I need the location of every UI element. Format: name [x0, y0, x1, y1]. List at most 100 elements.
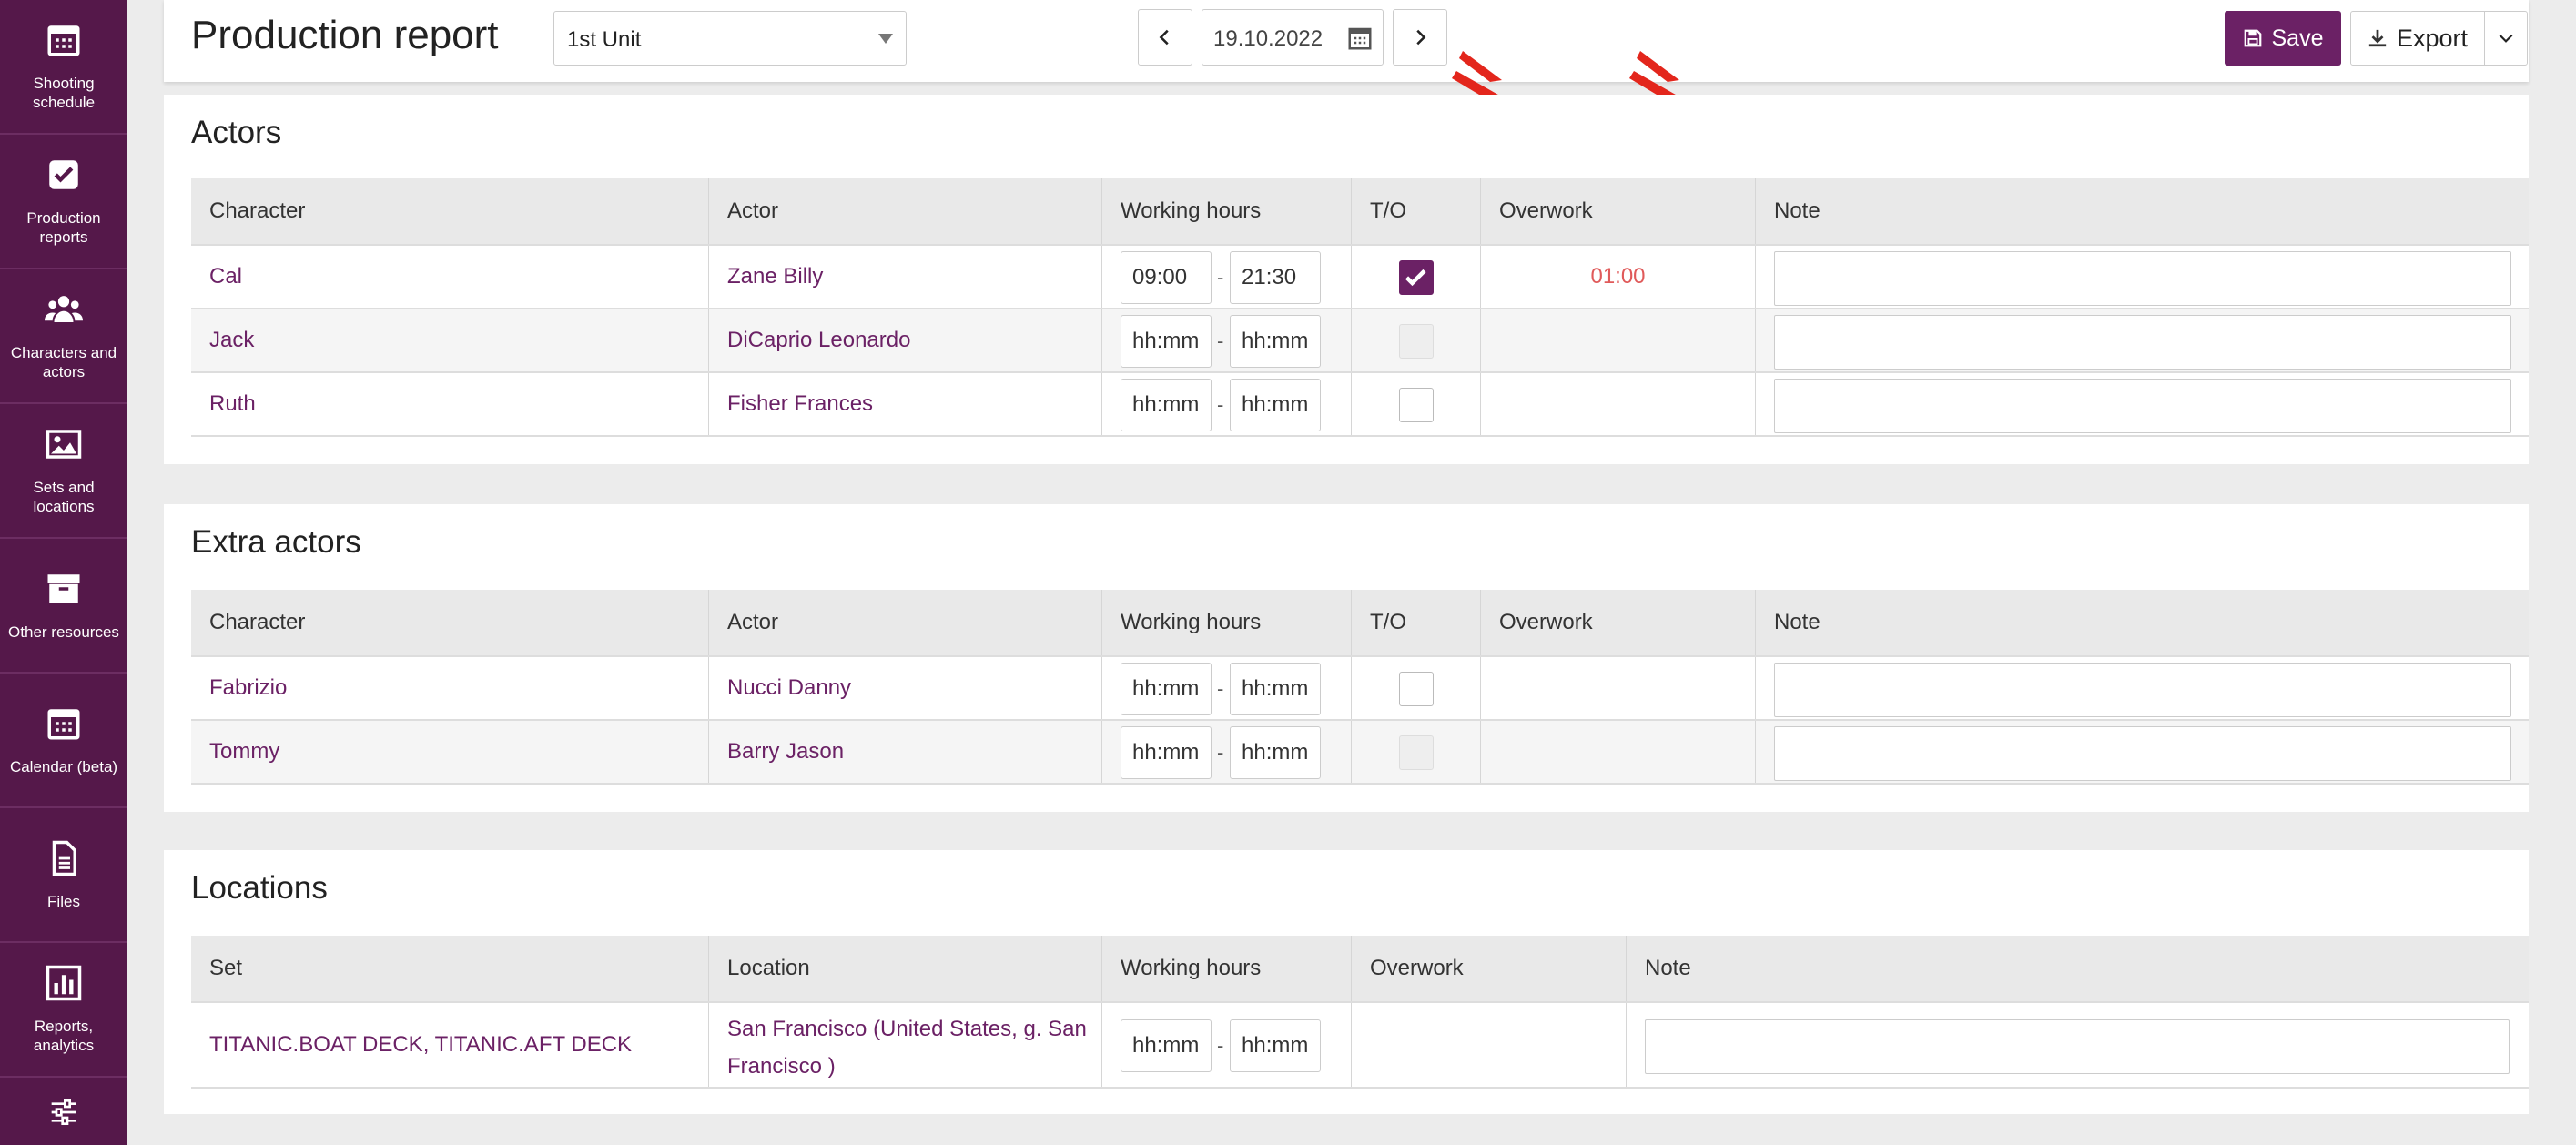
extra-actors-table: Character Actor Working hours T/O Overwo…	[191, 590, 2529, 790]
character-link[interactable]: Ruth	[191, 373, 708, 435]
end-time-input[interactable]: hh:mm	[1230, 315, 1321, 368]
end-time-input[interactable]: 21:30	[1230, 251, 1321, 304]
time-separator: -	[1217, 677, 1224, 700]
sidebar-item-label: Shooting schedule	[32, 75, 96, 111]
table-header: Character Actor Working hours T/O Overwo…	[191, 178, 2529, 246]
sidebar-item-calendar[interactable]: Calendar (beta)	[0, 674, 127, 808]
note-input[interactable]	[1774, 726, 2511, 781]
character-link[interactable]: Cal	[191, 246, 708, 308]
column-header: Note	[1755, 590, 2529, 655]
to-cell	[1351, 373, 1480, 435]
header-bar: Production report 1st Unit 19.10.2022 Sa…	[164, 0, 2529, 82]
column-header: Overwork	[1480, 178, 1755, 244]
start-time-input[interactable]: hh:mm	[1121, 1019, 1212, 1072]
set-link[interactable]: TITANIC.BOAT DECK, TITANIC.AFT DECK	[191, 1003, 708, 1087]
sidebar-item-label: Other resources	[8, 623, 119, 641]
actor-link[interactable]: Zane Billy	[708, 246, 1101, 308]
sidebar-item-characters-and-actors[interactable]: Characters and actors	[0, 269, 127, 404]
start-time-input[interactable]: hh:mm	[1121, 726, 1212, 779]
time-separator: -	[1217, 393, 1224, 416]
start-time-input[interactable]: hh:mm	[1121, 379, 1212, 431]
note-cell	[1755, 246, 2529, 308]
chevron-right-icon	[1416, 29, 1426, 46]
unit-select[interactable]: 1st Unit	[553, 11, 907, 66]
time-separator: -	[1217, 1034, 1224, 1057]
actor-link[interactable]: DiCaprio Leonardo	[708, 309, 1101, 371]
bar-chart-icon	[46, 965, 82, 1001]
actors-table: Character Actor Working hours T/O Overwo…	[191, 178, 2529, 442]
download-icon	[2368, 29, 2387, 47]
end-time-input[interactable]: hh:mm	[1230, 663, 1321, 715]
save-button[interactable]: Save	[2225, 11, 2341, 66]
note-input[interactable]	[1645, 1019, 2510, 1074]
column-header: T/O	[1351, 590, 1480, 655]
sidebar-item-production-reports[interactable]: Production reports	[0, 135, 127, 269]
character-link[interactable]: Fabrizio	[191, 657, 708, 719]
sidebar-item-label: Characters and actors	[10, 344, 117, 380]
overwork-cell	[1480, 721, 1755, 783]
export-options-toggle[interactable]	[2484, 11, 2528, 66]
sidebar-item-label: Calendar (beta)	[9, 757, 118, 775]
start-time-input[interactable]: hh:mm	[1121, 663, 1212, 715]
end-time-input[interactable]: hh:mm	[1230, 379, 1321, 431]
start-time-input[interactable]: 09:00	[1121, 251, 1212, 304]
actor-link[interactable]: Fisher Frances	[708, 373, 1101, 435]
time-separator: -	[1217, 329, 1224, 352]
note-cell	[1755, 309, 2529, 371]
end-time-input[interactable]: hh:mm	[1230, 726, 1321, 779]
to-checkbox	[1399, 324, 1434, 359]
note-input[interactable]	[1774, 251, 2511, 306]
end-time-input[interactable]: hh:mm	[1230, 1019, 1321, 1072]
date-value: 19.10.2022	[1213, 26, 1323, 51]
section-title: Extra actors	[191, 524, 361, 560]
users-icon	[45, 296, 83, 322]
date-field[interactable]: 19.10.2022	[1202, 9, 1384, 66]
actor-link[interactable]: Barry Jason	[708, 721, 1101, 783]
export-button[interactable]: Export	[2350, 11, 2485, 66]
time-separator: -	[1217, 741, 1224, 764]
actor-link[interactable]: Nucci Danny	[708, 657, 1101, 719]
note-input[interactable]	[1774, 315, 2511, 370]
character-link[interactable]: Tommy	[191, 721, 708, 783]
location-link[interactable]: San Francisco (United States, g. San Fra…	[708, 1003, 1101, 1087]
check-icon	[1405, 269, 1426, 287]
floppy-disk-icon	[2244, 29, 2261, 47]
section-title: Locations	[191, 870, 328, 906]
sidebar-item-other-resources[interactable]: Other resources	[0, 539, 127, 674]
sidebar-item-shooting-schedule[interactable]: Shooting schedule	[0, 0, 127, 135]
sidebar-item-settings[interactable]	[0, 1078, 127, 1141]
check-square-icon	[49, 160, 78, 189]
to-checkbox[interactable]	[1399, 260, 1434, 295]
to-checkbox[interactable]	[1399, 672, 1434, 706]
sidebar-item-sets-and-locations[interactable]: Sets and locations	[0, 404, 127, 539]
unit-select-value: 1st Unit	[567, 27, 642, 52]
note-input[interactable]	[1774, 379, 2511, 433]
column-header: Location	[708, 936, 1101, 1001]
table-row: Tommy Barry Jason hh:mm - hh:mm	[191, 721, 2529, 785]
column-header: Working hours	[1101, 178, 1351, 244]
locations-panel: Locations Set Location Working hours Ove…	[164, 850, 2529, 1114]
file-icon	[52, 840, 76, 876]
column-header: Overwork	[1351, 936, 1626, 1001]
save-label: Save	[2271, 25, 2324, 51]
sidebar-item-reports-analytics[interactable]: Reports, analytics	[0, 943, 127, 1078]
calendar-icon[interactable]	[1346, 25, 1374, 52]
working-hours-cell: hh:mm - hh:mm	[1101, 1003, 1351, 1087]
sidebar-item-files[interactable]: Files	[0, 808, 127, 943]
to-checkbox[interactable]	[1399, 388, 1434, 422]
to-cell	[1351, 246, 1480, 308]
note-input[interactable]	[1774, 663, 2511, 717]
start-time-input[interactable]: hh:mm	[1121, 315, 1212, 368]
column-header: Actor	[708, 590, 1101, 655]
table-row: Jack DiCaprio Leonardo hh:mm - hh:mm	[191, 309, 2529, 373]
character-link[interactable]: Jack	[191, 309, 708, 371]
time-separator: -	[1217, 266, 1224, 289]
sidebar: Shooting schedule Production reports Cha…	[0, 0, 127, 1145]
previous-day-button[interactable]	[1138, 9, 1192, 66]
locations-table: Set Location Working hours Overwork Note…	[191, 936, 2529, 1101]
column-header: Note	[1755, 178, 2529, 244]
working-hours-cell: hh:mm - hh:mm	[1101, 373, 1351, 435]
overwork-cell	[1351, 1003, 1626, 1087]
to-cell	[1351, 721, 1480, 783]
working-hours-cell: hh:mm - hh:mm	[1101, 657, 1351, 719]
